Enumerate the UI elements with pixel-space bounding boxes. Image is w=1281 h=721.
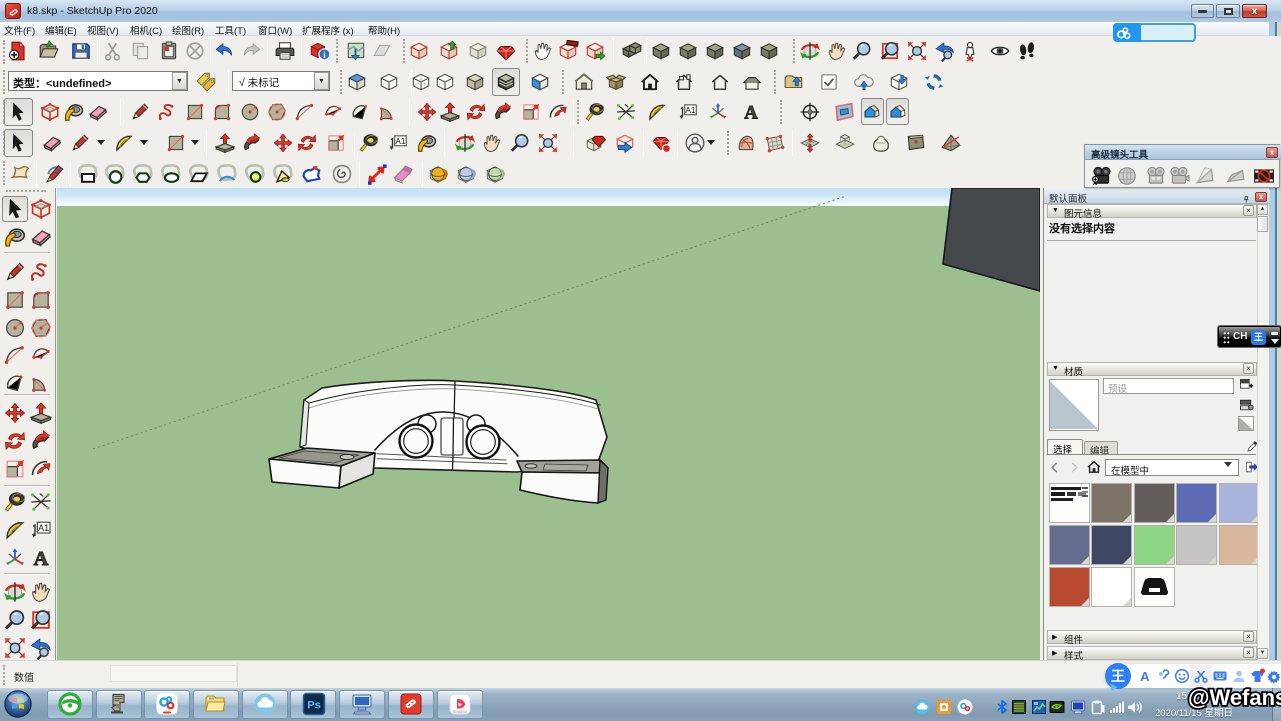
svg-text:A: A (1140, 669, 1150, 684)
svg-text:A: A (744, 103, 758, 123)
svg-text:@Wefans: @Wefans (1188, 685, 1281, 710)
svg-text:A1: A1 (395, 137, 406, 146)
svg-text:Ps: Ps (307, 700, 320, 712)
svg-text:i: i (323, 51, 326, 61)
svg-text:TENCENT: TENCENT (452, 710, 467, 714)
svg-text:A1: A1 (685, 106, 696, 115)
svg-text:A1: A1 (38, 523, 49, 533)
svg-text:A: A (34, 548, 49, 570)
